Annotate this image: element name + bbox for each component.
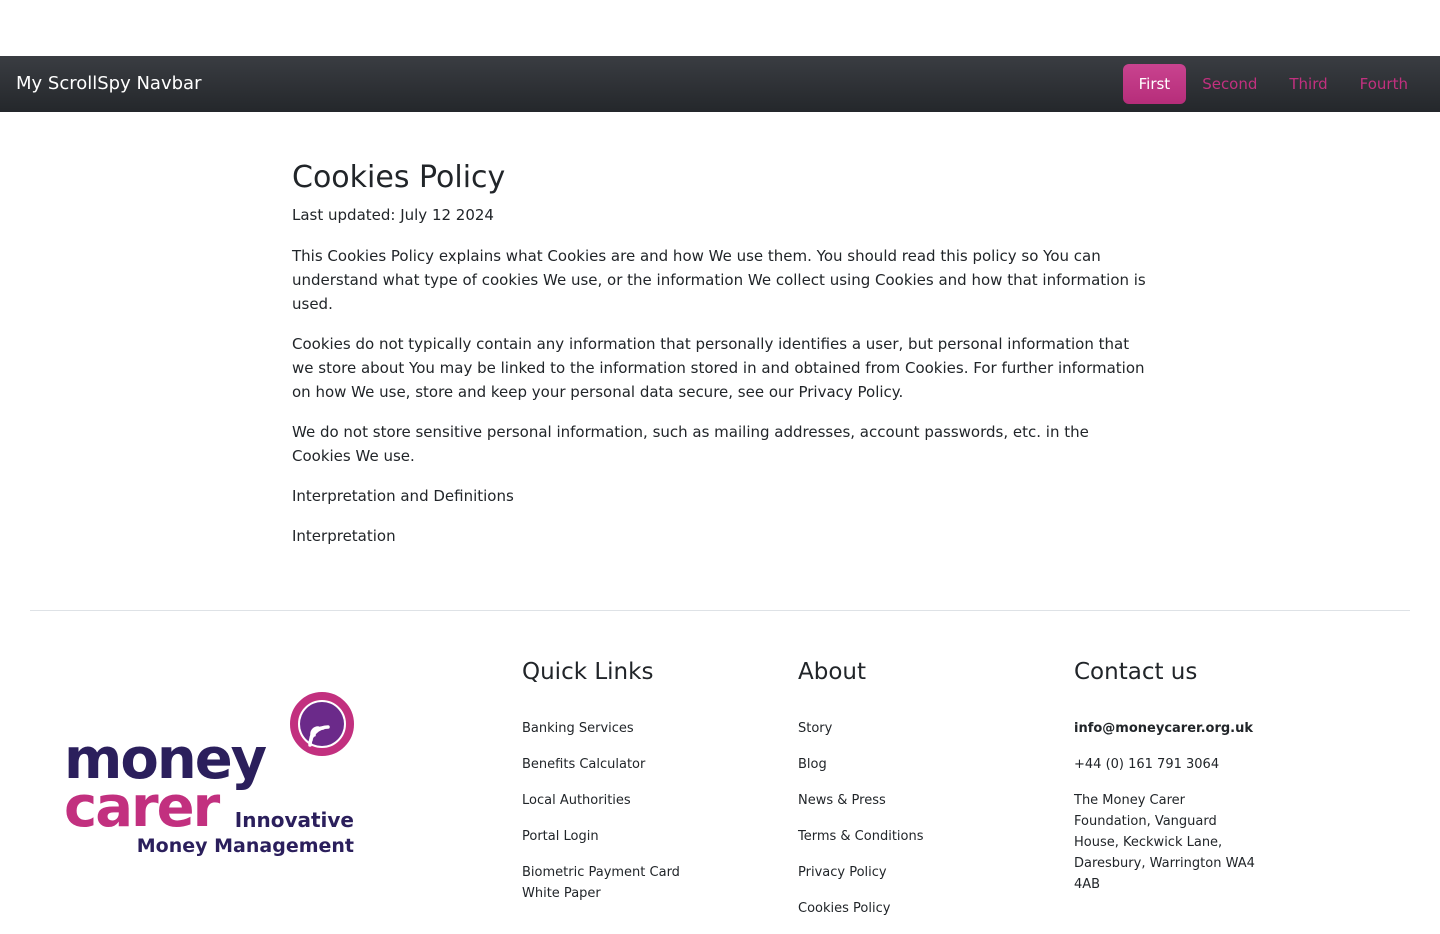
quick-link-biometric-white-paper[interactable]: Biometric Payment Card White Paper (522, 862, 692, 904)
last-updated: Last updated: July 12 2024 (292, 206, 494, 224)
navbar: My ScrollSpy Navbar First Second Third F… (0, 56, 1440, 112)
quick-link-banking-services[interactable]: Banking Services (522, 718, 762, 739)
navbar-brand[interactable]: My ScrollSpy Navbar (16, 73, 201, 95)
contact-heading: Contact us (1074, 659, 1198, 685)
logo-tagline-innovative: Innovative (235, 808, 354, 832)
about-link-privacy-policy[interactable]: Privacy Policy (798, 862, 1038, 883)
about-link-blog[interactable]: Blog (798, 754, 1038, 775)
logo-tagline-money-management: Money Management (137, 835, 354, 857)
contact-phone-link[interactable]: +44 (0) 161 791 3064 (1074, 754, 1259, 775)
quick-link-portal-login[interactable]: Portal Login (522, 826, 762, 847)
about-heading: About (798, 659, 867, 685)
about-link-cookies-policy[interactable]: Cookies Policy (798, 898, 1038, 919)
logo-disc-icon (300, 702, 344, 746)
quick-links-column: Quick Links Banking Services Benefits Ca… (522, 654, 762, 919)
nav-link-fourth[interactable]: Fourth (1344, 64, 1424, 104)
moneycarer-logo[interactable]: money carer Innovative Money Management (62, 690, 362, 860)
footer-divider (30, 610, 1410, 611)
about-column: About Story Blog News & Press Terms & Co… (798, 654, 1038, 934)
policy-content: Cookies Policy Last updated: July 12 202… (292, 156, 1148, 564)
sensitive-info-paragraph: We do not store sensitive personal infor… (292, 423, 1089, 465)
about-link-story[interactable]: Story (798, 718, 1038, 739)
logo-wordmark-carer: carer (64, 775, 221, 840)
personal-info-paragraph: Cookies do not typically contain any inf… (292, 335, 1145, 401)
intro-paragraph: This Cookies Policy explains what Cookie… (292, 247, 1146, 313)
section-heading-interpretation: Interpretation (292, 527, 396, 545)
about-link-news-press[interactable]: News & Press (798, 790, 1038, 811)
page-title: Cookies Policy (292, 160, 506, 195)
quick-link-local-authorities[interactable]: Local Authorities (522, 790, 762, 811)
about-link-terms-conditions[interactable]: Terms & Conditions (798, 826, 1038, 847)
contact-email-link[interactable]: info@moneycarer.org.uk (1074, 718, 1259, 739)
nav-pills: First Second Third Fourth (1122, 64, 1424, 104)
contact-address: The Money Carer Foundation, Vanguard Hou… (1074, 793, 1255, 892)
contact-column: Contact us info@moneycarer.org.uk +44 (0… (1074, 654, 1259, 910)
nav-link-second[interactable]: Second (1186, 64, 1273, 104)
quick-links-heading: Quick Links (522, 659, 654, 685)
nav-link-third[interactable]: Third (1273, 64, 1343, 104)
quick-link-benefits-calculator[interactable]: Benefits Calculator (522, 754, 762, 775)
nav-link-first[interactable]: First (1122, 64, 1187, 104)
section-heading-interpretation-definitions: Interpretation and Definitions (292, 487, 514, 505)
